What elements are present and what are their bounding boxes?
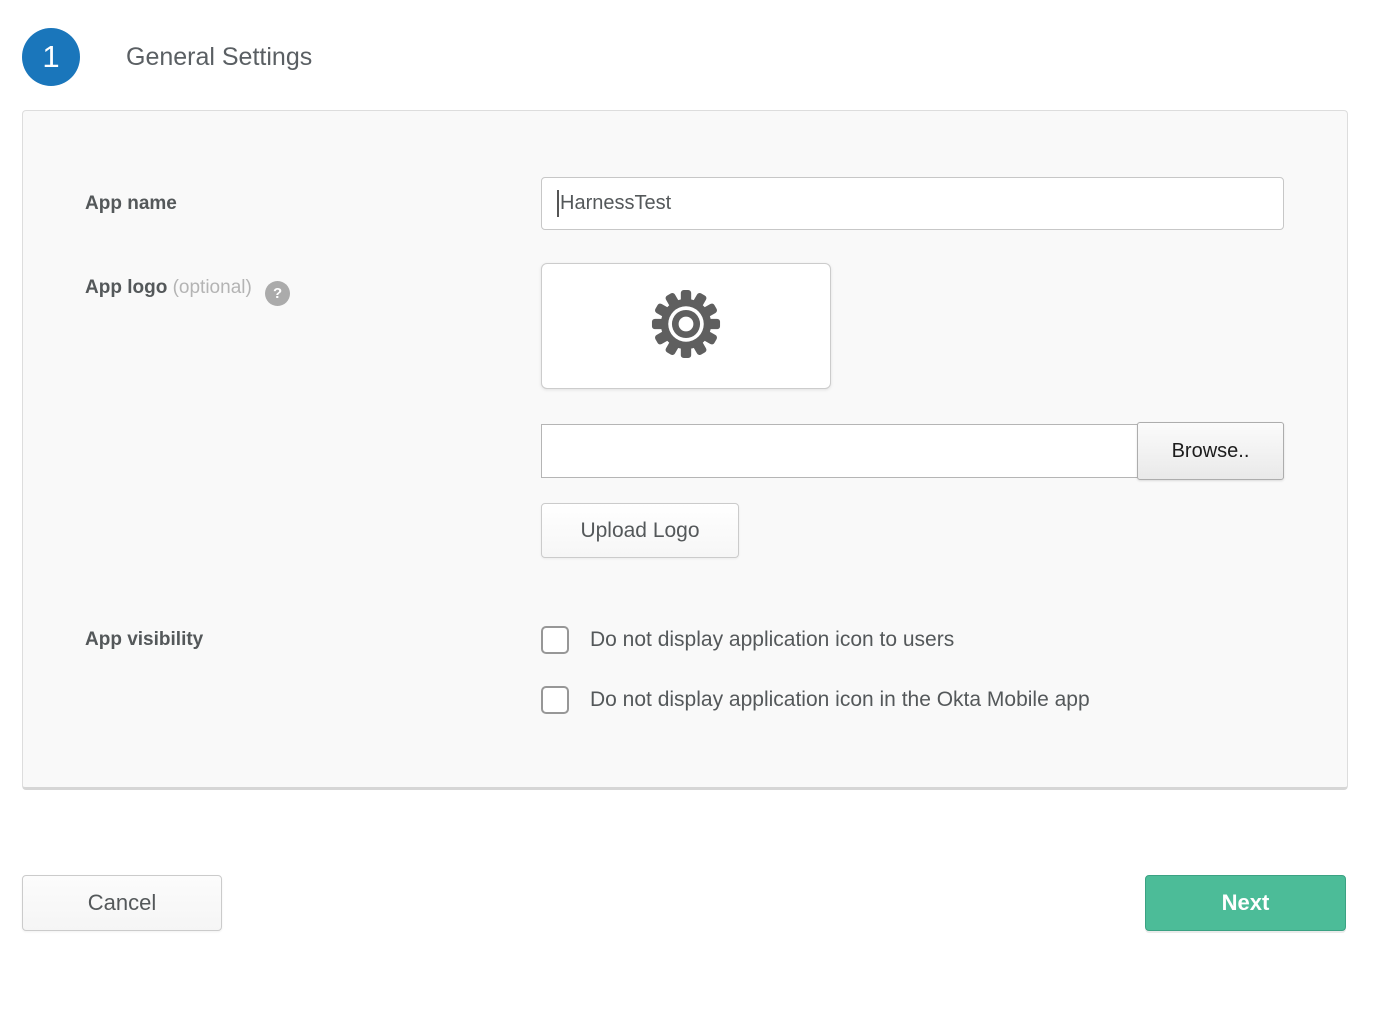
app-name-row: App name HarnessTest [85,177,1347,230]
help-glyph: ? [273,285,282,302]
step-number-badge: 1 [22,28,80,86]
app-logo-label-text: App logo [85,277,167,298]
browse-button[interactable]: Browse.. [1137,422,1284,480]
gear-icon [649,287,723,366]
text-caret [557,190,559,217]
app-visibility-label: App visibility [85,626,541,714]
upload-logo-button[interactable]: Upload Logo [541,503,739,558]
logo-file-row: Browse.. [541,424,1284,478]
logo-preview-box [541,263,831,389]
step-number: 1 [42,39,59,75]
general-settings-panel: App name HarnessTest App logo (optional)… [22,110,1348,790]
app-logo-label: App logo (optional) ? [85,263,541,558]
help-icon[interactable]: ? [265,281,290,306]
app-visibility-options: Do not display application icon to users… [541,626,1090,714]
visibility-option-users: Do not display application icon to users [541,626,1090,654]
optional-note: (optional) [173,277,252,298]
app-logo-row: App logo (optional) ? [85,263,1347,558]
cancel-button[interactable]: Cancel [22,875,222,931]
visibility-option-mobile: Do not display application icon in the O… [541,686,1090,714]
checkbox-label: Do not display application icon in the O… [590,688,1090,712]
app-name-value: HarnessTest [560,192,671,215]
checkbox-hide-icon-users[interactable] [541,626,569,654]
app-name-input[interactable]: HarnessTest [541,177,1284,230]
step-header: 1 General Settings [22,28,1388,86]
wizard-footer: Cancel Next [22,875,1346,931]
checkbox-hide-icon-mobile[interactable] [541,686,569,714]
page-title: General Settings [126,43,312,72]
app-visibility-row: App visibility Do not display applicatio… [85,626,1347,714]
app-name-label: App name [85,177,541,230]
checkbox-label: Do not display application icon to users [590,628,954,652]
app-logo-controls: Browse.. Upload Logo [541,263,1284,558]
next-button[interactable]: Next [1145,875,1346,931]
